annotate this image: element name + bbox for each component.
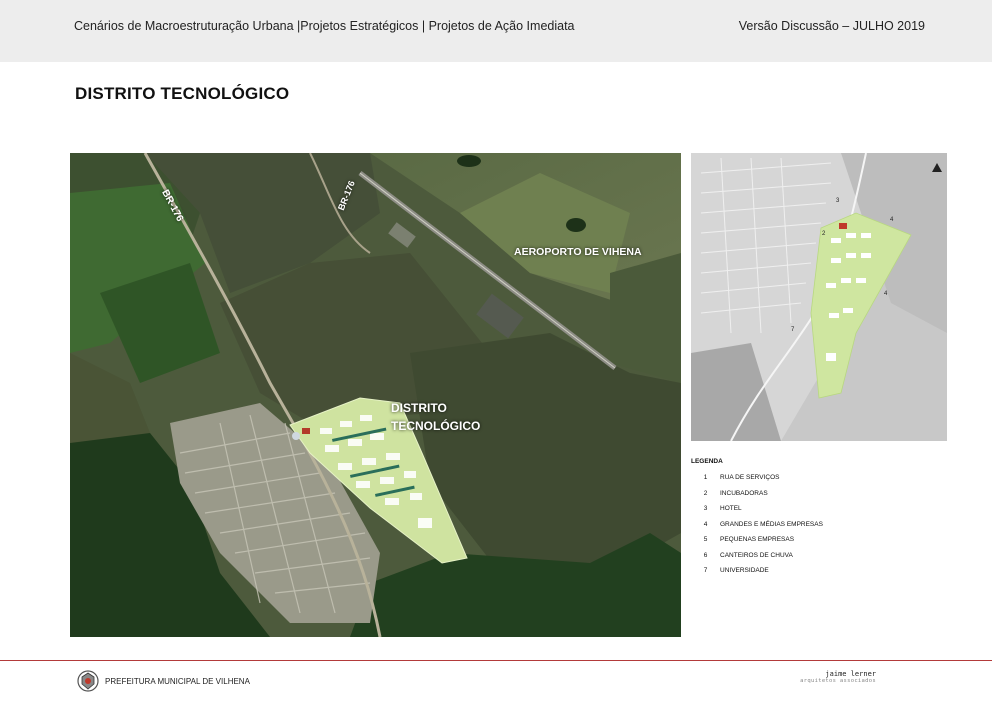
legend-row: 1 RUA DE SERVIÇOS xyxy=(691,474,951,490)
legend-row: 4 GRANDES E MÉDIAS EMPRESAS xyxy=(691,521,951,537)
legend-label: INCUBADORAS xyxy=(720,489,768,497)
legend-row: 5 PEQUENAS EMPRESAS xyxy=(691,536,951,552)
legend-row: 3 HOTEL xyxy=(691,505,951,521)
legend-label: CANTEIROS DE CHUVA xyxy=(720,551,793,559)
header-left-text: Cenários de Macroestruturação Urbana |Pr… xyxy=(74,19,575,33)
airport-label: AEROPORTO DE VIHENA xyxy=(514,246,642,258)
legend-number: 4 xyxy=(703,520,708,528)
footer-municipality-text: PREFEITURA MUNICIPAL DE VILHENA xyxy=(105,676,250,686)
legend-number: 6 xyxy=(703,551,708,559)
footer-municipality: PREFEITURA MUNICIPAL DE VILHENA xyxy=(76,669,250,693)
schematic-map-graphic xyxy=(691,152,947,442)
architect-logo-line1: jaime lerner xyxy=(825,670,876,678)
map-legend: LEGENDA 1 RUA DE SERVIÇOS 2 INCUBADORAS 3 H… xyxy=(691,458,951,583)
header-bar: Cenários de Macroestruturação Urbana |Pr… xyxy=(0,0,992,62)
architect-logo-line2: arquitetos associados xyxy=(800,678,876,684)
legend-number: 3 xyxy=(703,505,708,512)
schematic-label-2: 2 xyxy=(822,231,826,237)
side-schematic-map: 3 4 2 4 7 xyxy=(691,152,947,442)
legend-title: LEGENDA xyxy=(691,458,723,465)
legend-row: 2 INCUBADORAS xyxy=(691,490,951,506)
legend-row: 6 CANTEIROS DE CHUVA xyxy=(691,552,951,568)
schematic-label-7: 7 xyxy=(791,327,795,333)
legend-number: 5 xyxy=(703,536,708,543)
legend-number: 2 xyxy=(703,489,708,497)
legend-row: 7 UNIVERSIDADE xyxy=(691,567,951,583)
legend-label: HOTEL xyxy=(720,505,742,512)
legend-number: 7 xyxy=(703,567,708,574)
district-label-line2: TECNOLÓGICO xyxy=(391,419,481,433)
legend-label: UNIVERSIDADE xyxy=(720,567,769,574)
legend-label: GRANDES E MÉDIAS EMPRESAS xyxy=(720,520,823,528)
footer-divider xyxy=(0,660,992,661)
legend-number: 1 xyxy=(703,474,708,481)
district-label-line1: DISTRITO xyxy=(391,401,447,415)
legend-label: PEQUENAS EMPRESAS xyxy=(720,536,795,543)
main-aerial-map: BR-176 BR-176 AEROPORTO DE VIHENA DISTRI… xyxy=(70,152,681,638)
schematic-label-4-top: 4 xyxy=(890,217,894,223)
aerial-map-graphic xyxy=(70,152,681,638)
schematic-label-3: 3 xyxy=(836,198,840,204)
legend-label: RUA DE SERVIÇOS xyxy=(720,474,780,481)
header-version-text: Versão Discussão – JULHO 2019 xyxy=(738,19,925,33)
schematic-label-4-mid: 4 xyxy=(884,291,888,297)
footer-architects: jaime lerner arquitetos associados xyxy=(786,670,876,684)
city-crest-icon xyxy=(77,670,99,692)
page-title: DISTRITO TECNOLÓGICO xyxy=(75,84,290,103)
